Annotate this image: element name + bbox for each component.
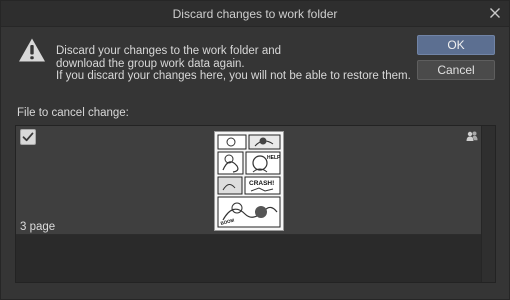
list-item[interactable]: HELP CRASH! BOOM 3 page	[16, 126, 482, 235]
close-button[interactable]	[487, 5, 503, 21]
file-checkbox[interactable]	[20, 129, 36, 145]
page-count-label: 3 page	[20, 221, 56, 233]
message-line-2: download the group work data again.	[56, 57, 245, 70]
title-bar: Discard changes to work folder	[1, 1, 509, 27]
page-thumbnail: HELP CRASH! BOOM	[214, 131, 284, 231]
thumbnail-text-help: HELP	[267, 155, 281, 161]
warning-icon	[18, 37, 46, 63]
scrollbar[interactable]	[481, 126, 495, 282]
file-list-label: File to cancel change:	[17, 107, 129, 119]
close-icon	[490, 8, 500, 18]
checkmark-icon	[22, 132, 34, 142]
people-icon	[466, 130, 478, 142]
thumbnail-text-crash: CRASH!	[249, 180, 274, 187]
dialog-title: Discard changes to work folder	[172, 7, 338, 21]
confirmation-message: Discard your changes to the work folder …	[56, 45, 411, 83]
discard-changes-dialog: Discard changes to work folder Discard y…	[0, 0, 510, 300]
message-line-3: If you discard your changes here, you wi…	[56, 70, 411, 82]
ok-button[interactable]: OK	[417, 35, 495, 55]
cancel-button[interactable]: Cancel	[417, 60, 495, 80]
file-list[interactable]: HELP CRASH! BOOM 3 page	[15, 125, 496, 283]
message-line-1: Discard your changes to the work folder …	[56, 45, 282, 57]
